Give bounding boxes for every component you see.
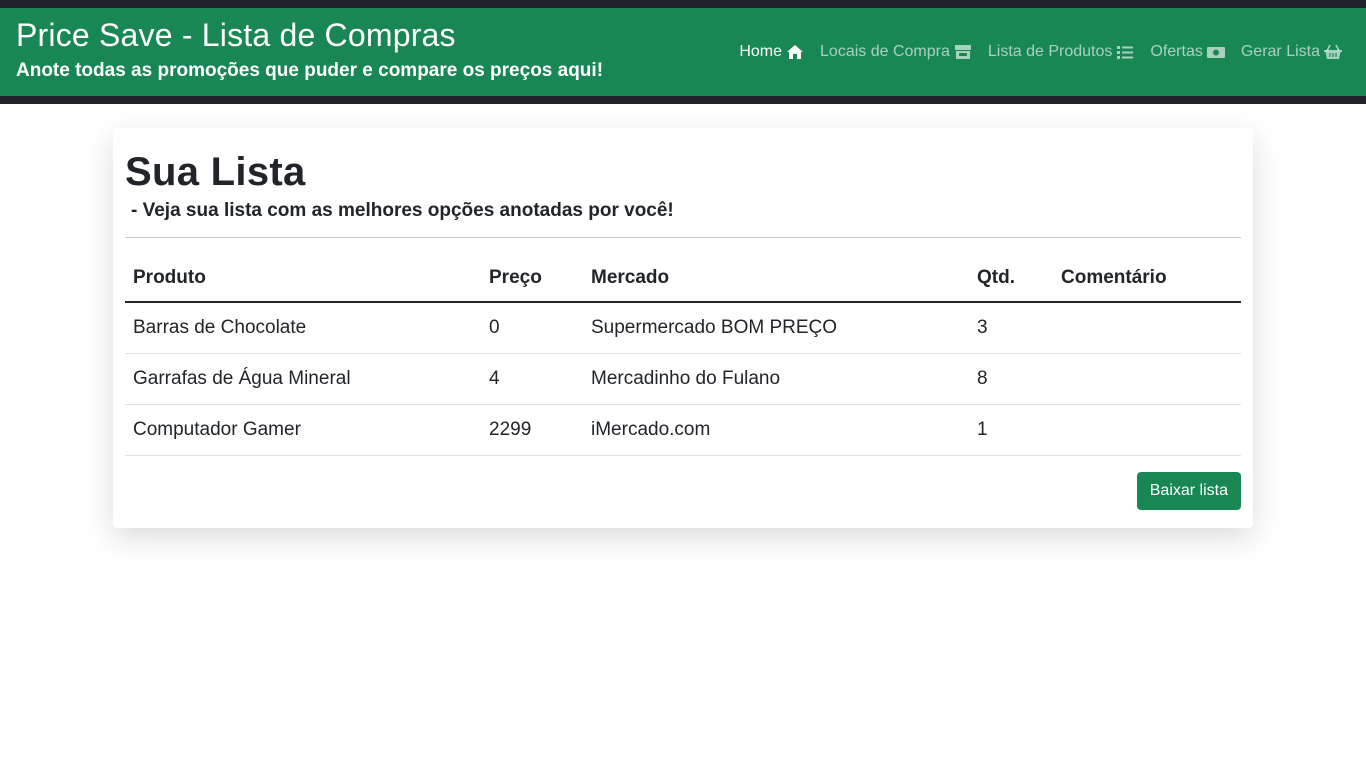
cell-mercado: iMercado.com [583, 404, 969, 456]
money-icon [1206, 47, 1225, 58]
nav-item-gerar-lista[interactable]: Gerar Lista [1233, 43, 1350, 61]
table-row: Garrafas de Água Mineral 4 Mercadinho do… [125, 353, 1241, 405]
store-icon [954, 45, 971, 59]
main-nav: Home Locais de Compra Lista de Produtos … [731, 8, 1350, 96]
nav-item-label: Gerar Lista [1240, 43, 1320, 60]
cell-qtd: 8 [969, 353, 1053, 405]
site-header: Price Save - Lista de Compras Anote toda… [0, 8, 1366, 96]
nav-item-label: Locais de Compra [820, 43, 950, 60]
column-header-produto: Produto [125, 254, 481, 303]
brand: Price Save - Lista de Compras Anote toda… [16, 8, 603, 84]
list-card: Sua Lista - Veja sua lista com as melhor… [113, 128, 1253, 528]
cell-produto: Computador Gamer [125, 404, 481, 456]
cell-mercado: Mercadinho do Fulano [583, 353, 969, 405]
shopping-list-table: Produto Preço Mercado Qtd. Comentário Ba… [125, 254, 1241, 456]
nav-item-label: Ofertas [1150, 43, 1203, 60]
nav-item-lista-de-produtos[interactable]: Lista de Produtos [980, 43, 1143, 61]
nav-item-label: Lista de Produtos [987, 43, 1113, 60]
brand-title[interactable]: Price Save - Lista de Compras [16, 16, 603, 54]
cell-comentario [1053, 404, 1241, 456]
nav-item-label: Home [739, 43, 783, 60]
brand-subtitle: Anote todas as promoções que puder e com… [16, 60, 604, 81]
cell-comentario [1053, 302, 1241, 354]
cell-produto: Barras de Chocolate [125, 302, 481, 354]
card-actions: Baixar lista [125, 471, 1241, 510]
top-dark-bar [0, 0, 1366, 8]
cell-qtd: 1 [969, 404, 1053, 456]
table-row: Computador Gamer 2299 iMercado.com 1 [125, 404, 1241, 456]
header-bottom-bar [0, 96, 1366, 104]
cell-mercado: Supermercado BOM PREÇO [583, 302, 969, 354]
column-header-comentario: Comentário [1053, 254, 1241, 303]
column-header-preco: Preço [481, 254, 583, 303]
cell-preco: 0 [481, 302, 583, 354]
cell-preco: 4 [481, 353, 583, 405]
nav-item-ofertas[interactable]: Ofertas [1142, 43, 1232, 61]
table-row: Barras de Chocolate 0 Supermercado BOM P… [125, 302, 1241, 354]
nav-item-locais-de-compra[interactable]: Locais de Compra [812, 43, 980, 61]
page-title: Sua Lista [125, 150, 306, 194]
divider [125, 237, 1241, 238]
cell-comentario [1053, 353, 1241, 405]
list-icon [1117, 46, 1134, 59]
basket-icon [1324, 44, 1342, 59]
download-list-button[interactable]: Baixar lista [1136, 471, 1241, 510]
cell-qtd: 3 [969, 302, 1053, 354]
nav-item-home[interactable]: Home [731, 43, 812, 61]
table-header-row: Produto Preço Mercado Qtd. Comentário [125, 254, 1241, 303]
cell-produto: Garrafas de Água Mineral [125, 353, 481, 405]
home-icon [787, 45, 804, 59]
page-subtitle: - Veja sua lista com as melhores opções … [131, 200, 674, 221]
column-header-mercado: Mercado [583, 254, 969, 303]
column-header-qtd: Qtd. [969, 254, 1053, 303]
cell-preco: 2299 [481, 404, 583, 456]
